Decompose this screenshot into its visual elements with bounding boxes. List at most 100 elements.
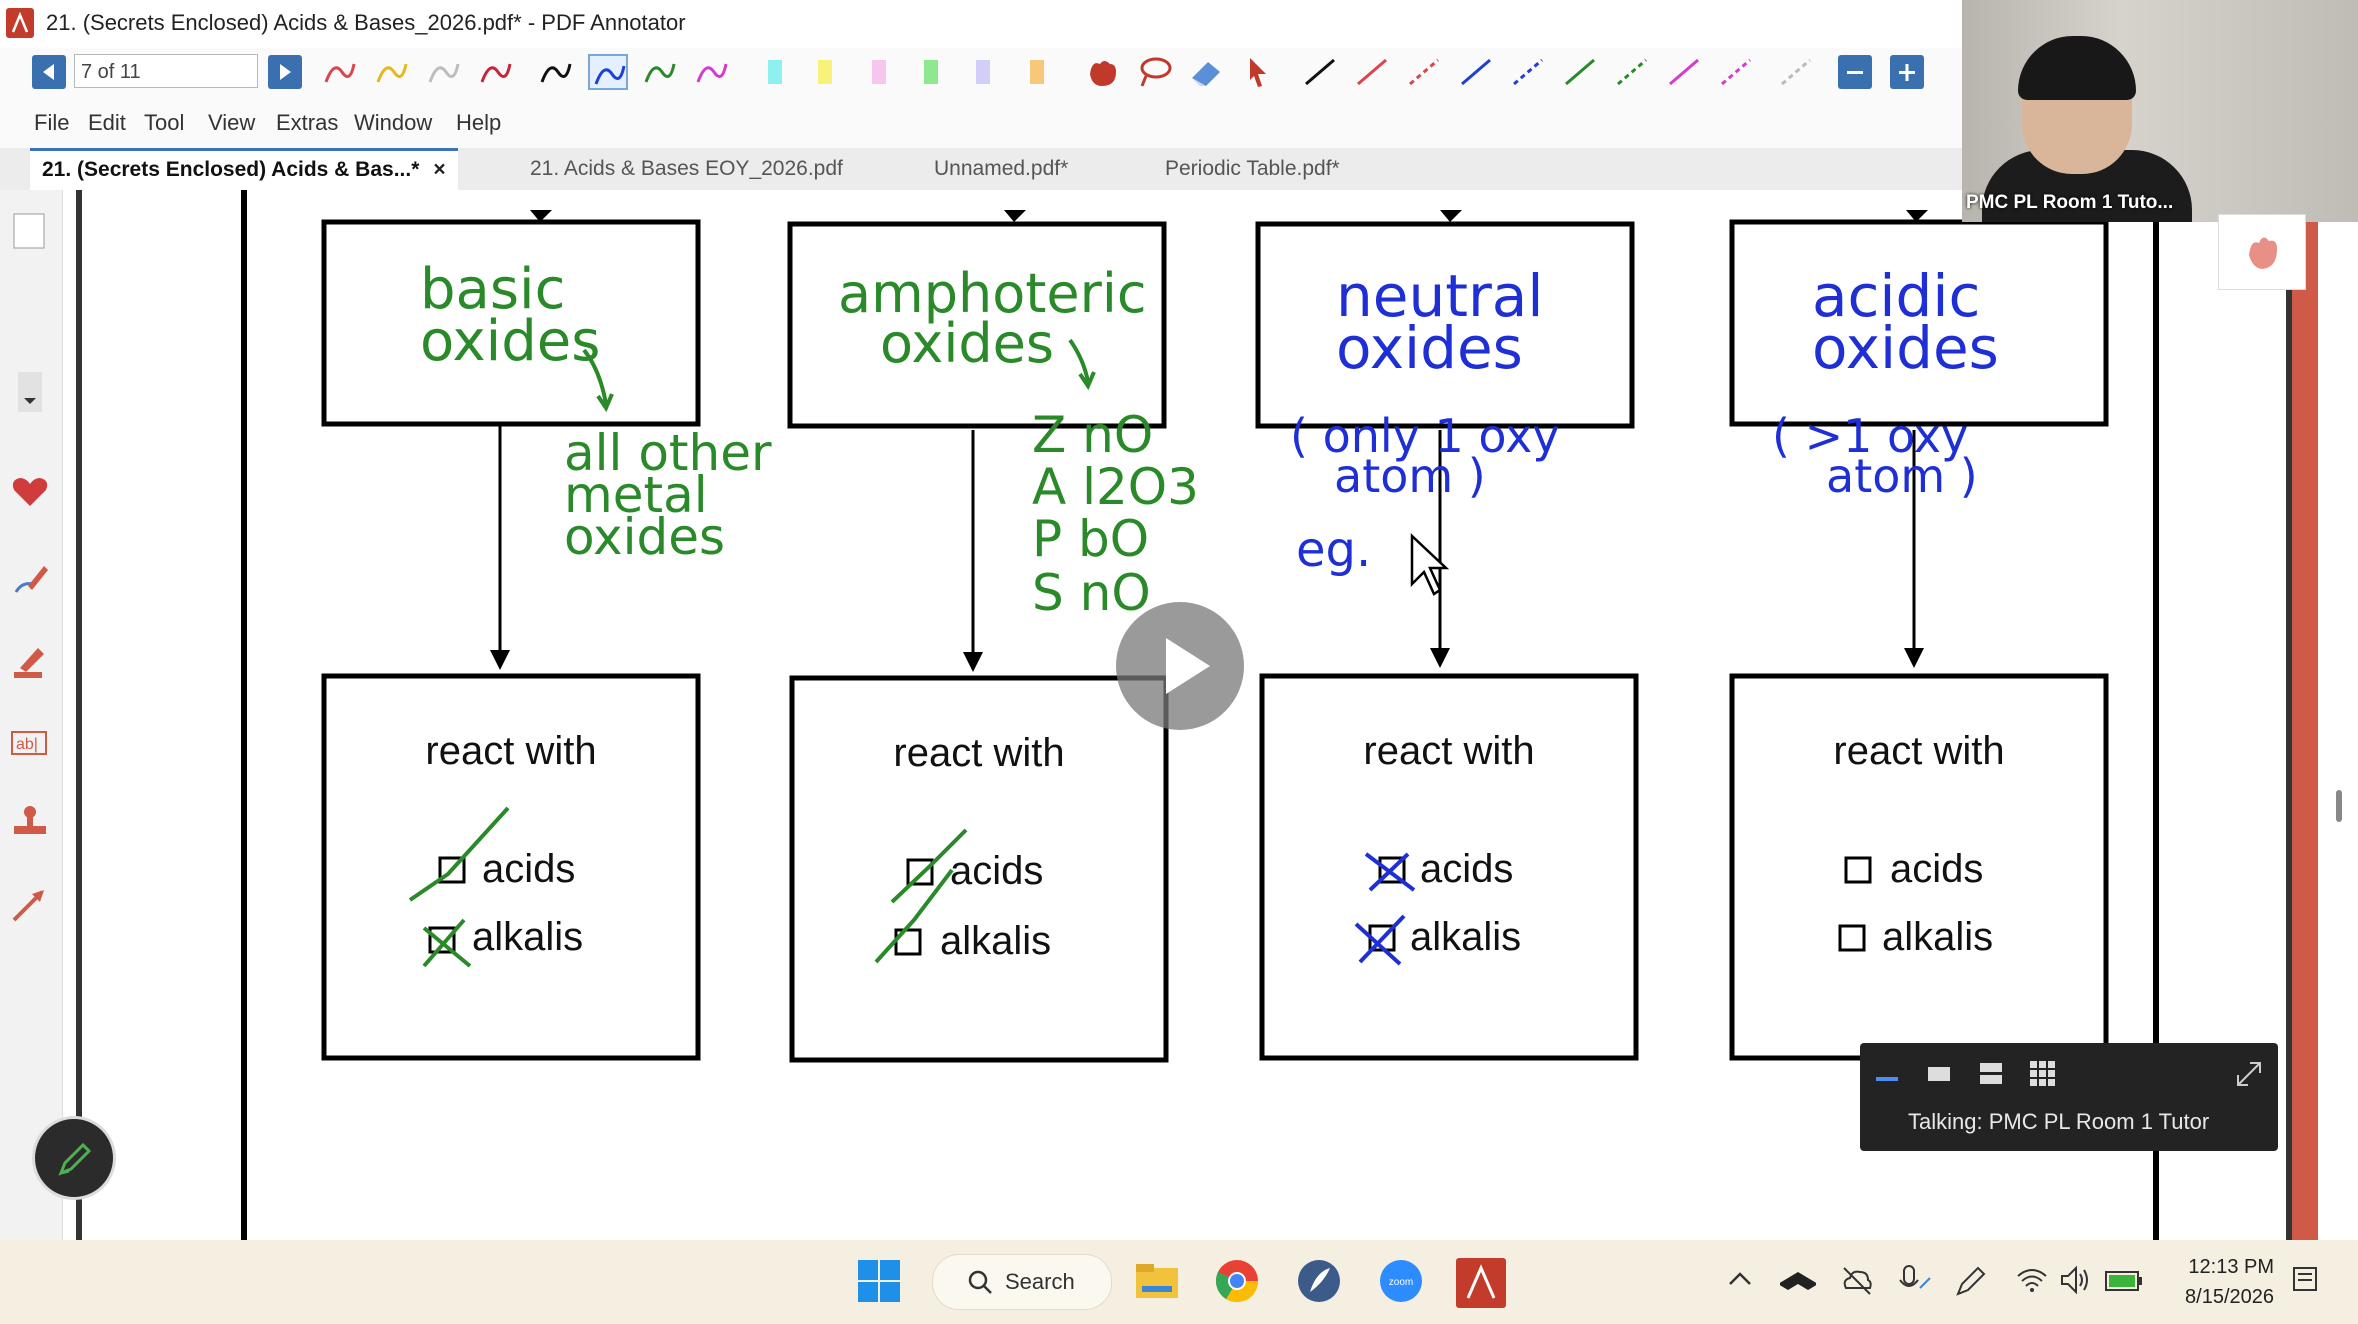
participant-video[interactable]: PMC PL Room 1 Tuto... bbox=[1962, 0, 2358, 222]
alkalis-option: alkalis bbox=[472, 915, 583, 959]
menu-file[interactable]: File bbox=[34, 110, 69, 136]
acids-option: acids bbox=[950, 849, 1043, 893]
zoom-app-icon[interactable]: zoom bbox=[1378, 1258, 1424, 1304]
file-explorer-icon[interactable] bbox=[1134, 1258, 1180, 1304]
tab-periodic-table[interactable]: Periodic Table.pdf* bbox=[1165, 148, 1340, 190]
pen-menu-icon[interactable] bbox=[1952, 1258, 1988, 1304]
highlighter-orange-icon[interactable] bbox=[1030, 60, 1044, 84]
pdf-annotator-taskbar-icon[interactable] bbox=[1456, 1258, 1506, 1308]
pen-red-icon[interactable] bbox=[320, 54, 360, 90]
toolbar: 7 of 11 bbox=[0, 48, 1962, 96]
page-number-field[interactable]: 7 of 11 bbox=[74, 54, 258, 88]
pen-green-icon[interactable] bbox=[640, 54, 680, 90]
menu-help[interactable]: Help bbox=[456, 110, 501, 136]
menu-extras[interactable]: Extras bbox=[276, 110, 338, 136]
hand-icon[interactable] bbox=[1082, 54, 1122, 90]
dropbox-icon[interactable] bbox=[1780, 1258, 1816, 1304]
dashed-line-magenta-icon[interactable] bbox=[1716, 54, 1756, 90]
neutral-note-line-2: atom ) bbox=[1334, 449, 1486, 503]
basic-oxides-label-2: oxides bbox=[420, 309, 600, 374]
svg-text:zoom: zoom bbox=[1389, 1277, 1413, 1288]
menu-tool[interactable]: Tool bbox=[144, 110, 184, 136]
app-feather-icon[interactable] bbox=[1296, 1258, 1342, 1304]
gallery-view-icon[interactable] bbox=[2026, 1057, 2062, 1093]
speaker-view-icon[interactable] bbox=[1922, 1057, 1958, 1093]
raise-hand-button[interactable] bbox=[2218, 214, 2306, 290]
alkalis-option: alkalis bbox=[940, 919, 1051, 963]
acids-checkbox bbox=[906, 858, 934, 886]
line-red-icon[interactable] bbox=[1352, 54, 1392, 90]
microphone-icon[interactable] bbox=[1894, 1258, 1934, 1304]
highlighter-yellow-icon[interactable] bbox=[818, 60, 832, 84]
alkalis-option: alkalis bbox=[1410, 915, 1521, 959]
alkalis-checkbox bbox=[1838, 924, 1866, 952]
battery-icon[interactable] bbox=[2104, 1258, 2144, 1304]
dashed-line-green-icon[interactable] bbox=[1612, 54, 1652, 90]
expand-icon[interactable] bbox=[2232, 1057, 2268, 1093]
lasso-icon[interactable] bbox=[1134, 54, 1174, 90]
wifi-icon[interactable] bbox=[2014, 1258, 2050, 1304]
acids-checkbox bbox=[1844, 856, 1872, 884]
participant-name: PMC PL Room 1 Tuto... bbox=[1966, 192, 2174, 213]
highlighter-green-icon[interactable] bbox=[924, 60, 938, 84]
highlighter-lavender-icon[interactable] bbox=[976, 60, 990, 84]
strip-view-icon[interactable] bbox=[1974, 1057, 2010, 1093]
pointer-icon[interactable] bbox=[1238, 54, 1278, 90]
annotate-pen-button[interactable] bbox=[32, 1116, 116, 1200]
volume-icon[interactable] bbox=[2058, 1258, 2094, 1304]
tab-acids-bases-eoy[interactable]: 21. Acids & Bases EOY_2026.pdf bbox=[530, 148, 843, 190]
neutral-note-eg: eg. bbox=[1296, 522, 1371, 578]
previous-page-button[interactable] bbox=[32, 55, 66, 89]
pen-magenta-icon[interactable] bbox=[692, 54, 732, 90]
pen-gray-icon[interactable] bbox=[424, 54, 464, 90]
dashed-line-gray-icon[interactable] bbox=[1776, 54, 1816, 90]
react-with-heading: react with bbox=[1363, 729, 1534, 773]
windows-start-icon[interactable] bbox=[856, 1258, 902, 1304]
next-page-button[interactable] bbox=[268, 55, 302, 89]
pdf-annotator-app-icon bbox=[6, 8, 34, 38]
eraser-icon[interactable] bbox=[1186, 54, 1226, 90]
zoom-in-button[interactable] bbox=[1890, 55, 1924, 89]
dashed-line-blue-icon[interactable] bbox=[1508, 54, 1548, 90]
menu-window[interactable]: Window bbox=[354, 110, 432, 136]
acids-option: acids bbox=[1890, 847, 1983, 891]
react-with-heading: react with bbox=[425, 729, 596, 773]
highlighter-pink-icon[interactable] bbox=[872, 60, 886, 84]
pen-crimson-icon[interactable] bbox=[476, 54, 516, 90]
pen-blue-icon[interactable] bbox=[588, 54, 628, 90]
vertical-scrollbar[interactable] bbox=[2336, 790, 2342, 822]
play-video-button[interactable] bbox=[1116, 602, 1244, 730]
acids-option: acids bbox=[1420, 847, 1513, 891]
show-hidden-icons-icon[interactable] bbox=[1726, 1258, 1754, 1304]
minimize-view-icon[interactable] bbox=[1870, 1057, 1906, 1093]
basic-note-line-3: oxides bbox=[564, 508, 725, 566]
tab-unnamed[interactable]: Unnamed.pdf* bbox=[934, 148, 1068, 190]
acidic-oxides-label-2: oxides bbox=[1812, 314, 1999, 382]
acidic-note-line-2: atom ) bbox=[1826, 449, 1978, 503]
line-black-icon[interactable] bbox=[1300, 54, 1340, 90]
neutral-oxides-label-2: oxides bbox=[1336, 314, 1523, 382]
close-tab-icon[interactable]: × bbox=[433, 158, 445, 181]
dashed-line-red-icon[interactable] bbox=[1404, 54, 1444, 90]
zoom-out-button[interactable] bbox=[1838, 55, 1872, 89]
tab-secrets-enclosed[interactable]: 21. (Secrets Enclosed) Acids & Bas...* × bbox=[30, 148, 458, 190]
line-blue-icon[interactable] bbox=[1456, 54, 1496, 90]
amphoteric-note-zno: Z nO bbox=[1032, 406, 1153, 464]
search-icon bbox=[968, 1270, 992, 1294]
amphoteric-note-pbo: P bO bbox=[1032, 510, 1149, 568]
pen-black-icon[interactable] bbox=[536, 54, 576, 90]
line-green-icon[interactable] bbox=[1560, 54, 1600, 90]
menu-edit[interactable]: Edit bbox=[88, 110, 126, 136]
pen-yellow-icon[interactable] bbox=[372, 54, 412, 90]
line-magenta-icon[interactable] bbox=[1664, 54, 1704, 90]
amphoteric-oxides-label-2: oxides bbox=[880, 312, 1054, 375]
taskbar-search[interactable]: Search bbox=[932, 1254, 1112, 1310]
chrome-icon[interactable] bbox=[1214, 1258, 1260, 1304]
notifications-icon[interactable] bbox=[2288, 1258, 2324, 1304]
highlighter-cyan-icon[interactable] bbox=[768, 60, 782, 84]
menu-view[interactable]: View bbox=[208, 110, 255, 136]
menu-bar: File Edit Tool View Extras Window Help bbox=[0, 96, 1962, 148]
cloud-sync-icon[interactable] bbox=[1838, 1258, 1874, 1304]
zoom-talking-panel: Talking: PMC PL Room 1 Tutor bbox=[1860, 1043, 2278, 1151]
system-clock[interactable]: 12:13 PM 8/15/2026 bbox=[2164, 1252, 2274, 1312]
